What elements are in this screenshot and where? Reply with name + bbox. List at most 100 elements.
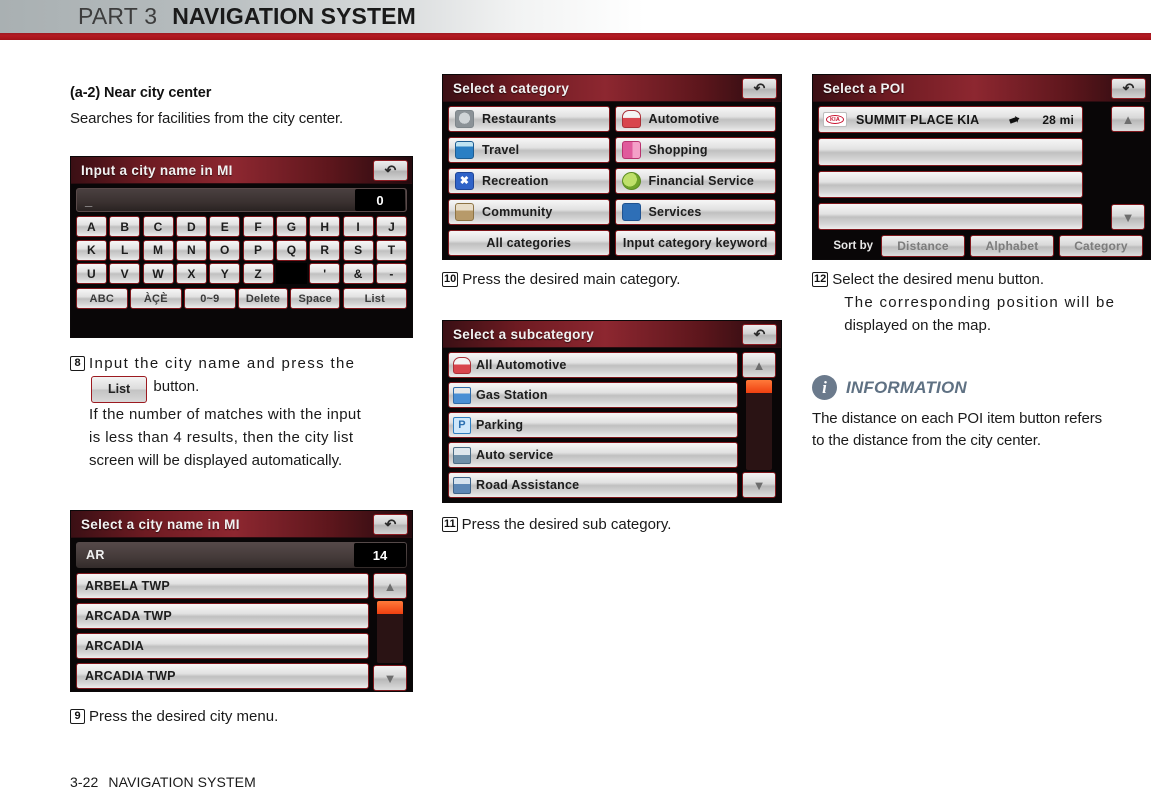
key-space[interactable]: Space — [290, 288, 341, 309]
back-arrow-icon[interactable]: ↶ — [373, 513, 408, 535]
sort-by-alphabet-button[interactable]: Alphabet — [970, 235, 1054, 257]
category-financial-service[interactable]: Financial Service — [614, 168, 776, 194]
key-t[interactable]: T — [376, 239, 407, 261]
key-numeric-mode[interactable]: 0~9 — [184, 288, 236, 309]
key-abc-mode[interactable]: ABC — [76, 288, 128, 309]
subcategory-parking[interactable]: P Parking — [448, 412, 738, 438]
city-name-input[interactable]: _ 0 — [76, 188, 407, 212]
key-accent-mode[interactable]: ÀÇÈ — [130, 288, 182, 309]
key-n[interactable]: N — [176, 239, 207, 261]
auto-service-icon — [453, 446, 471, 464]
poi-item-empty[interactable] — [818, 202, 1083, 230]
key-v[interactable]: V — [109, 263, 141, 284]
double-chevron-up-icon[interactable]: ▲ — [1111, 106, 1145, 132]
key-q[interactable]: Q — [276, 239, 307, 261]
key-m[interactable]: M — [142, 239, 174, 261]
category-restaurants[interactable]: Restaurants — [448, 106, 610, 132]
key-p[interactable]: P — [242, 239, 274, 261]
key-d[interactable]: D — [176, 216, 207, 237]
category-automotive[interactable]: Automotive — [614, 106, 776, 132]
key-u[interactable]: U — [76, 263, 107, 284]
back-arrow-icon[interactable]: ↶ — [742, 323, 777, 345]
key-s[interactable]: S — [342, 239, 374, 261]
key-j[interactable]: J — [376, 216, 407, 237]
key-c[interactable]: C — [142, 216, 174, 237]
key-apostrophe[interactable]: ' — [309, 263, 341, 284]
scroll-thumb[interactable] — [746, 380, 772, 393]
all-categories-button[interactable]: All categories — [448, 230, 610, 256]
key-w[interactable]: W — [142, 263, 174, 284]
scroll-track[interactable] — [746, 380, 772, 470]
subcategory-auto-service[interactable]: Auto service — [448, 442, 738, 468]
step-10-number: 10 — [442, 272, 459, 287]
key-k[interactable]: K — [76, 239, 107, 261]
key-h[interactable]: H — [309, 216, 341, 237]
sort-by-distance-button[interactable]: Distance — [881, 235, 965, 257]
step-12: 12 Select the desired menu button. The c… — [812, 268, 1151, 337]
key-list[interactable]: List — [342, 288, 407, 309]
key-z[interactable]: Z — [242, 263, 274, 284]
key-i[interactable]: I — [342, 216, 374, 237]
key-l[interactable]: L — [109, 239, 141, 261]
back-arrow-icon[interactable]: ↶ — [1111, 77, 1146, 99]
key-g[interactable]: G — [276, 216, 307, 237]
key-x[interactable]: X — [176, 263, 207, 284]
poi-scrollbar[interactable]: ▲ ▼ — [1111, 106, 1145, 230]
double-chevron-down-icon[interactable]: ▼ — [742, 472, 776, 498]
finance-globe-icon — [621, 172, 641, 190]
list-item[interactable]: ARCADIA — [76, 633, 369, 659]
double-chevron-up-icon[interactable]: ▲ — [373, 573, 407, 599]
scroll-track[interactable] — [377, 601, 403, 663]
key-a[interactable]: A — [76, 216, 107, 237]
subcategory-scrollbar[interactable]: ▲ ▼ — [742, 352, 776, 498]
back-arrow-icon[interactable]: ↶ — [742, 77, 777, 99]
key-delete[interactable]: Delete — [238, 288, 288, 309]
category-travel[interactable]: Travel — [448, 137, 610, 163]
scroll-thumb[interactable] — [377, 601, 403, 614]
sort-by-category-button[interactable]: Category — [1059, 235, 1143, 257]
back-arrow-icon[interactable]: ↶ — [373, 159, 408, 181]
key-ampersand[interactable]: & — [342, 263, 374, 284]
city-list-screen: Select a city name in MI ↶ AR 14 ARBELA … — [70, 510, 413, 692]
city-list-items: ARBELA TWP ARCADA TWP ARCADIA ARCADIA TW… — [76, 573, 369, 691]
key-f[interactable]: F — [242, 216, 274, 237]
key-e[interactable]: E — [209, 216, 241, 237]
category-community[interactable]: Community — [448, 199, 610, 225]
list-button-inline[interactable]: List — [91, 376, 148, 403]
category-screen: Select a category ↶ Restaurants Automoti… — [442, 74, 782, 260]
category-label: Shopping — [648, 143, 708, 157]
category-services[interactable]: Services — [614, 199, 776, 225]
list-item[interactable]: ARCADIA TWP — [76, 663, 369, 689]
part-label: PART 3 — [78, 3, 158, 29]
key-r[interactable]: R — [309, 239, 341, 261]
step-8-text-after: button. — [153, 378, 200, 395]
key-hyphen[interactable]: - — [376, 263, 407, 284]
subcategory-all-automotive[interactable]: All Automotive — [448, 352, 738, 378]
match-count-display: 0 — [355, 189, 405, 211]
input-category-keyword-button[interactable]: Input category keyword — [614, 230, 776, 256]
subcategory-road-assistance[interactable]: Road Assistance — [448, 472, 738, 498]
city-list-scrollbar[interactable]: ▲ ▼ — [373, 573, 407, 691]
double-chevron-up-icon[interactable]: ▲ — [742, 352, 776, 378]
city-input-value: _ — [85, 192, 93, 208]
poi-item-empty[interactable] — [818, 170, 1083, 198]
step-12-body: Select the desired menu button. The corr… — [832, 268, 1115, 337]
double-chevron-down-icon[interactable]: ▼ — [373, 665, 407, 691]
key-y[interactable]: Y — [209, 263, 241, 284]
kia-logo-icon: KIA — [823, 112, 847, 128]
scroll-track[interactable] — [1115, 134, 1141, 202]
subcategory-gas-station[interactable]: Gas Station — [448, 382, 738, 408]
key-o[interactable]: O — [209, 239, 241, 261]
information-label: INFORMATION — [846, 377, 967, 397]
poi-item-empty[interactable] — [818, 138, 1083, 166]
city-search-bar[interactable]: AR 14 — [76, 542, 407, 568]
step-11-number: 11 — [442, 517, 458, 532]
list-item[interactable]: ARBELA TWP — [76, 573, 369, 599]
key-b[interactable]: B — [109, 216, 141, 237]
category-shopping[interactable]: Shopping — [614, 137, 776, 163]
subcategory-items: All Automotive Gas Station P Parking Aut… — [448, 352, 738, 498]
category-recreation[interactable]: ✖ Recreation — [448, 168, 610, 194]
list-item[interactable]: ARCADA TWP — [76, 603, 369, 629]
poi-item-summit-place-kia[interactable]: KIA SUMMIT PLACE KIA ➠ 28 mi — [818, 106, 1083, 134]
double-chevron-down-icon[interactable]: ▼ — [1111, 204, 1145, 230]
